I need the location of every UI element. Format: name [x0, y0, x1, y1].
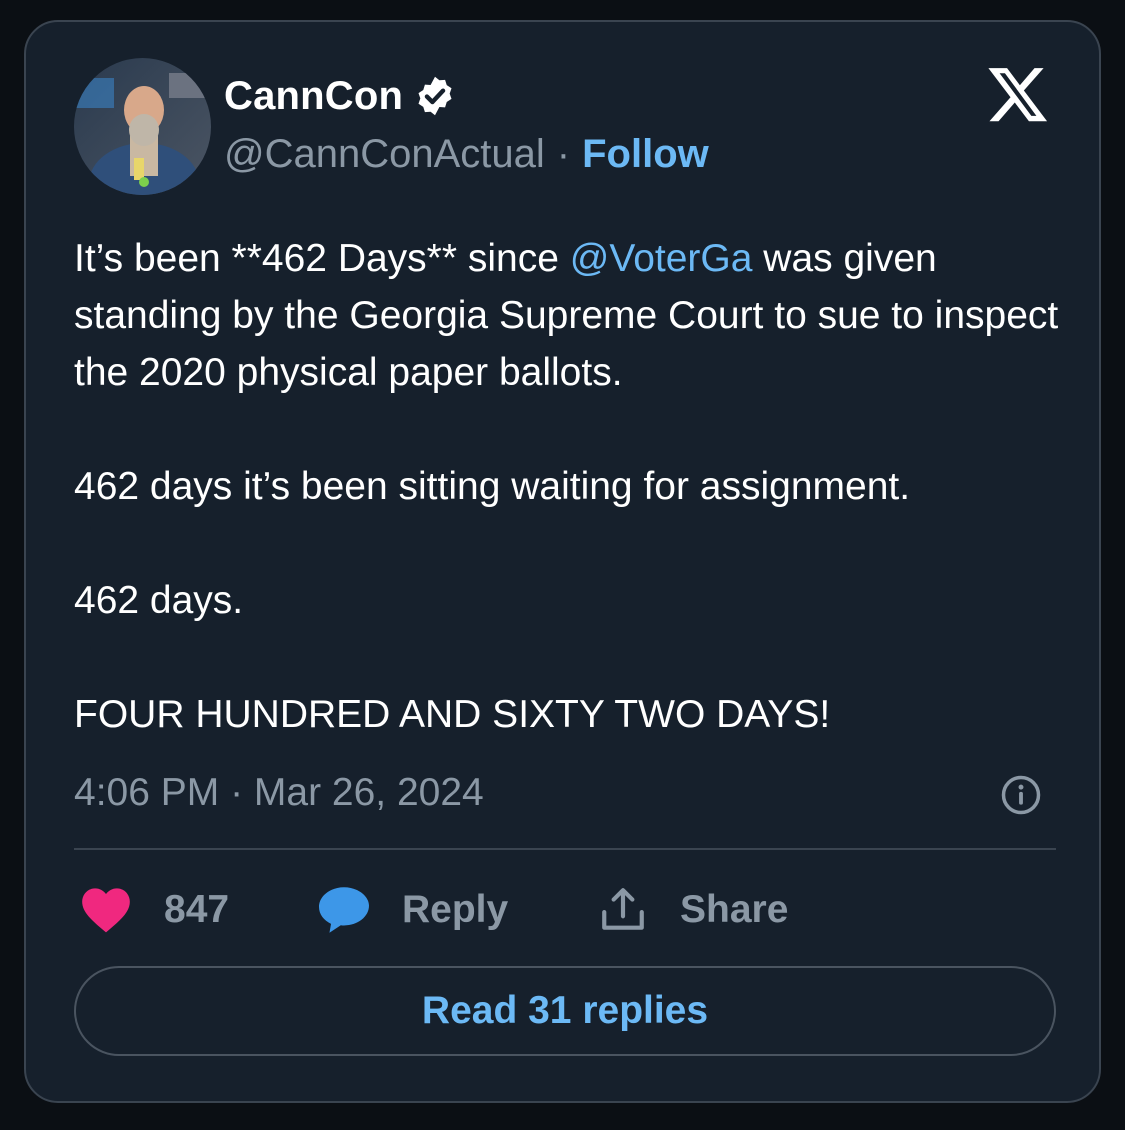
separator-dot: · [556, 131, 571, 176]
author-handle-row: @CannConActual · Follow [224, 130, 709, 178]
tweet-card: CannCon @CannConActual · Follow It’s bee… [24, 20, 1101, 1103]
info-icon[interactable] [1000, 774, 1042, 816]
like-count: 847 [164, 888, 230, 931]
reply-bubble-icon [319, 887, 369, 933]
tweet-paragraph: 462 days it’s been sitting waiting for a… [74, 465, 911, 508]
action-bar: 847 Reply Share [74, 880, 1056, 940]
share-icon [602, 888, 644, 930]
follow-button[interactable]: Follow [582, 132, 709, 177]
author-name[interactable]: CannCon [224, 74, 403, 119]
heart-icon [82, 888, 130, 933]
like-button[interactable]: 847 [80, 880, 229, 940]
tweet-timestamp[interactable]: 4:06 PM · Mar 26, 2024 [74, 767, 484, 819]
avatar-image [74, 58, 211, 195]
mention-link[interactable]: @VoterGa [570, 237, 753, 280]
tweet-text-segment: It’s been **462 Days** since [74, 237, 570, 280]
tweet-text: It’s been **462 Days** since @VoterGa wa… [74, 230, 1064, 743]
tweet-paragraph: 462 days. [74, 579, 244, 622]
read-replies-button[interactable]: Read 31 replies [74, 966, 1056, 1056]
verified-badge-icon [418, 76, 452, 116]
avatar[interactable] [74, 58, 211, 195]
divider [74, 848, 1056, 850]
author-handle[interactable]: @CannConActual [224, 132, 545, 177]
tweet-paragraph: FOUR HUNDRED AND SIXTY TWO DAYS! [74, 693, 831, 736]
tweet-paragraph: It’s been **462 Days** since @VoterGa wa… [74, 230, 1064, 401]
share-button[interactable]: Share [598, 880, 788, 940]
share-label: Share [680, 888, 789, 931]
reply-button[interactable]: Reply [316, 880, 508, 940]
x-logo-icon[interactable] [986, 62, 1050, 126]
reply-label: Reply [402, 888, 509, 931]
author-name-row: CannCon [224, 72, 457, 120]
